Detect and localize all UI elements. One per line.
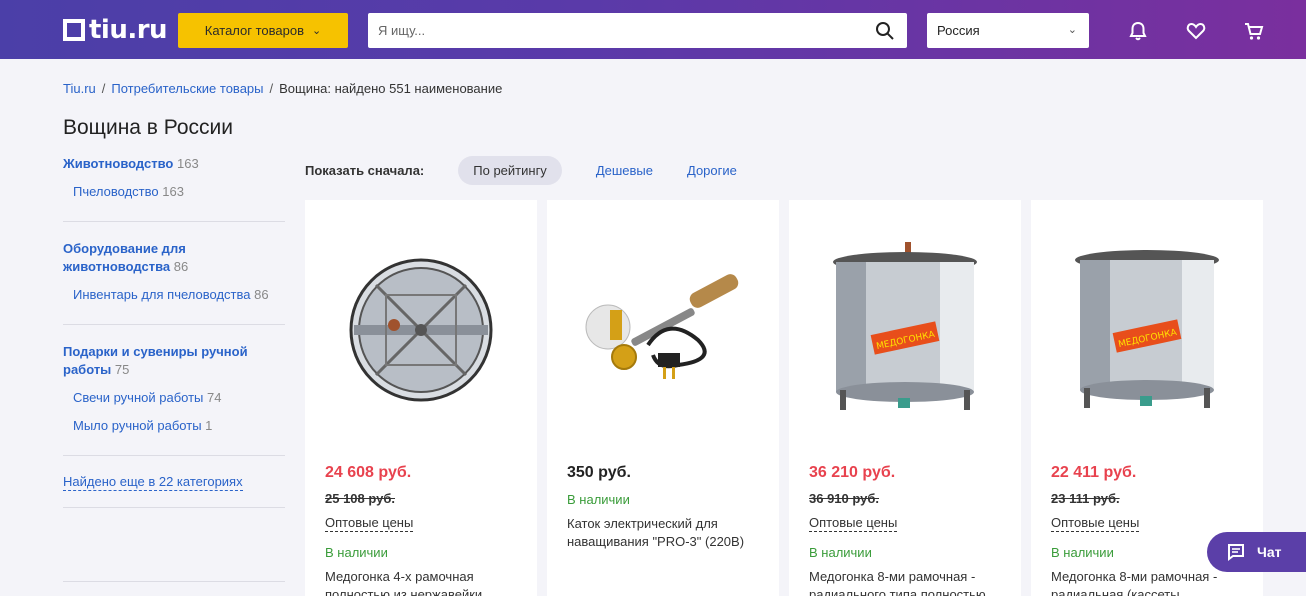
product-price: 36 210 руб. bbox=[809, 464, 896, 481]
breadcrumb-current: Вощина: найдено 551 наименование bbox=[279, 81, 503, 96]
product-image[interactable] bbox=[325, 220, 517, 440]
subcategory-beekeeping[interactable]: Пчеловодство 163 bbox=[63, 183, 285, 201]
breadcrumb: Tiu.ru / Потребительские товары / Вощина: на… bbox=[63, 81, 503, 96]
wholesale-prices-link[interactable]: Оптовые цены bbox=[325, 515, 414, 532]
chat-button[interactable]: Чат bbox=[1207, 532, 1306, 572]
page-title: Вощина в России bbox=[63, 116, 234, 139]
more-categories-link[interactable]: Найдено еще в 22 категориях bbox=[63, 474, 243, 491]
stock-status: В наличии bbox=[809, 545, 872, 560]
search-box bbox=[368, 13, 907, 48]
stock-status: В наличии bbox=[325, 545, 388, 560]
logo-box-icon bbox=[63, 19, 85, 41]
product-price: 22 411 руб. bbox=[1051, 464, 1137, 481]
honey-extractor-8-frame-image: МЕДОГОНКА bbox=[833, 242, 977, 410]
product-price: 350 руб. bbox=[567, 464, 631, 481]
product-card[interactable]: 350 руб. В наличии Каток электрический д… bbox=[547, 200, 779, 596]
more-categories-wrap: Найдено еще в 22 категориях bbox=[63, 474, 285, 508]
sort-label: Показать сначала: bbox=[305, 162, 425, 178]
wholesale-prices-link[interactable]: Оптовые цены bbox=[1051, 515, 1140, 532]
category-animal-husbandry[interactable]: Животноводство 163 bbox=[63, 155, 285, 173]
chevron-down-icon: ⌄ bbox=[1067, 24, 1077, 36]
category-handmade-gifts[interactable]: Подарки и сувениры ручной работы 75 bbox=[63, 343, 285, 379]
header: tiu.ru Каталог товаров ⌄ Россия ⌄ bbox=[0, 0, 1306, 59]
region-select[interactable]: Россия ⌄ bbox=[927, 13, 1089, 48]
divider bbox=[63, 581, 285, 582]
bell-icon[interactable] bbox=[1127, 20, 1149, 42]
category-husbandry-equipment[interactable]: Оборудование для животноводства 86 bbox=[63, 240, 285, 276]
stock-status: В наличии bbox=[567, 492, 630, 507]
product-name-link[interactable]: Медогонка 8-ми рамочная - радиальная (ка… bbox=[1051, 568, 1251, 596]
product-name-link[interactable]: Медогонка 4-х рамочная полностью из нерж… bbox=[325, 568, 525, 596]
search-icon[interactable] bbox=[875, 21, 895, 41]
product-name-link[interactable]: Медогонка 8-ми рамочная - радиального ти… bbox=[809, 568, 1009, 596]
chat-icon bbox=[1228, 544, 1244, 561]
stock-status: В наличии bbox=[1051, 545, 1114, 560]
electric-roller-image bbox=[585, 274, 739, 379]
category-group: Подарки и сувениры ручной работы 75 Свеч… bbox=[63, 343, 285, 456]
sidebar-categories: Животноводство 163 Пчеловодство 163 Обор… bbox=[63, 155, 285, 508]
sort-cheap[interactable]: Дешевые bbox=[596, 163, 653, 178]
catalog-button[interactable]: Каталог товаров ⌄ bbox=[178, 13, 348, 48]
product-name-link[interactable]: Каток электрический для наващивания "PRO… bbox=[567, 515, 767, 551]
wholesale-prices-link[interactable]: Оптовые цены bbox=[809, 515, 898, 532]
product-image[interactable] bbox=[567, 220, 759, 440]
category-group: Животноводство 163 Пчеловодство 163 bbox=[63, 155, 285, 222]
honey-extractor-top-image bbox=[349, 258, 493, 402]
sort-by-rating[interactable]: По рейтингу bbox=[458, 155, 562, 185]
chevron-down-icon: ⌄ bbox=[312, 25, 322, 37]
product-image[interactable]: МЕДОГОНКА bbox=[809, 220, 1001, 440]
logo[interactable]: tiu.ru bbox=[63, 15, 168, 45]
sort-expensive[interactable]: Дорогие bbox=[687, 163, 737, 178]
honey-extractor-8-frame-image: МЕДОГОНКА bbox=[1075, 250, 1219, 408]
heart-icon[interactable] bbox=[1185, 20, 1207, 42]
breadcrumb-home[interactable]: Tiu.ru bbox=[63, 81, 96, 96]
category-group: Оборудование для животноводства 86 Инвен… bbox=[63, 240, 285, 325]
search-input[interactable] bbox=[368, 13, 858, 48]
product-card[interactable]: 24 608 руб. 25 108 руб. Оптовые цены В н… bbox=[305, 200, 537, 596]
product-price: 24 608 руб. bbox=[325, 464, 412, 481]
subcategory-handmade-soap[interactable]: Мыло ручной работы 1 bbox=[63, 417, 285, 435]
breadcrumb-category[interactable]: Потребительские товары bbox=[111, 81, 263, 96]
cart-icon[interactable] bbox=[1243, 20, 1265, 42]
product-old-price: 23 111 руб. bbox=[1051, 491, 1120, 506]
subcategory-handmade-candles[interactable]: Свечи ручной работы 74 bbox=[63, 389, 285, 407]
product-image[interactable]: МЕДОГОНКА bbox=[1051, 220, 1243, 440]
product-card[interactable]: МЕДОГОНКА 36 210 руб. 36 910 руб. Оптовы… bbox=[789, 200, 1021, 596]
product-old-price: 36 910 руб. bbox=[809, 491, 880, 506]
product-old-price: 25 108 руб. bbox=[325, 491, 396, 506]
subcategory-beekeeping-tools[interactable]: Инвентарь для пчеловодства 86 bbox=[63, 286, 285, 304]
sort-bar: Показать сначала: По рейтингу Дешевые До… bbox=[305, 155, 771, 185]
